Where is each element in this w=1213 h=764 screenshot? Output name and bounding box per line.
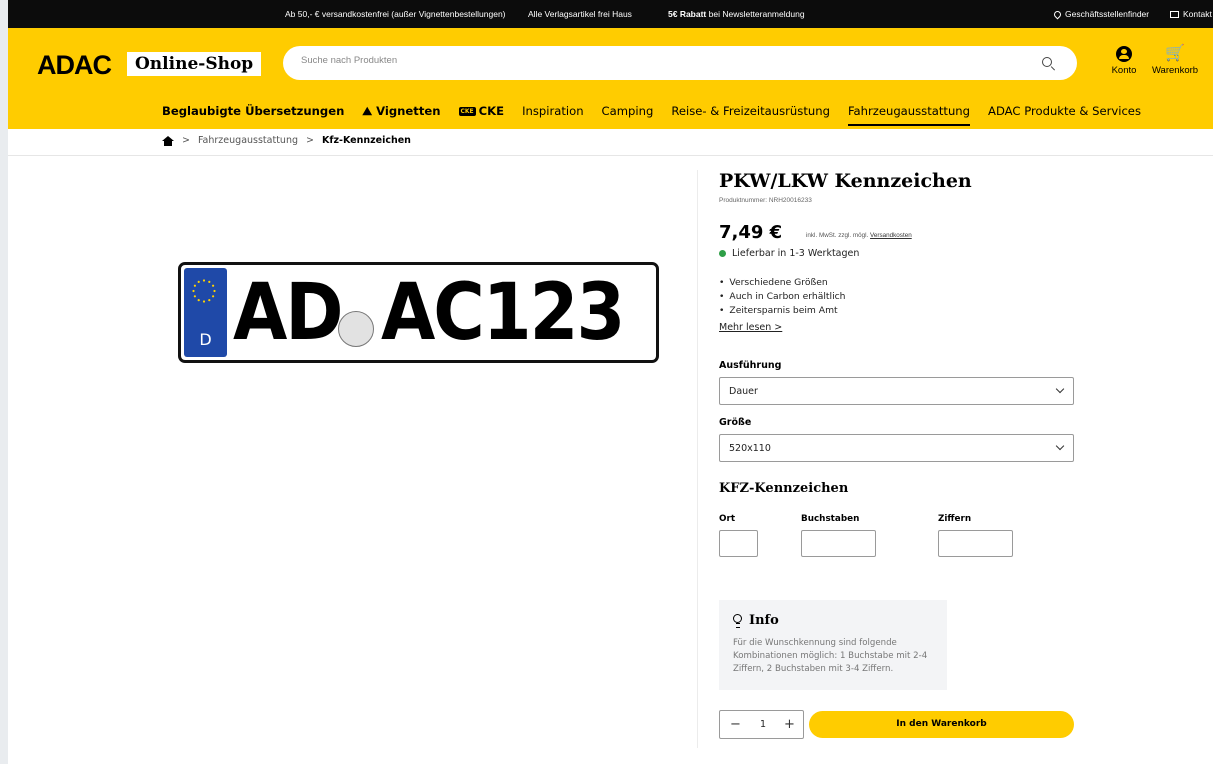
mail-icon xyxy=(1170,10,1179,18)
contact-label: Kontakt xyxy=(1183,9,1212,19)
nav-item-inspiration[interactable]: Inspiration xyxy=(522,104,583,119)
account-button[interactable]: Konto xyxy=(1108,46,1140,76)
ort-input[interactable] xyxy=(719,530,758,557)
nav-item-vignettes[interactable]: ⛰ Vignetten xyxy=(362,104,440,119)
size-label: Größe xyxy=(719,417,752,428)
online-shop-logo[interactable]: Online-Shop xyxy=(127,52,262,76)
info-title-text: Info xyxy=(749,613,779,628)
feature-list: Verschiedene Größen Auch in Carbon erhäl… xyxy=(719,276,846,318)
execution-select[interactable]: Dauer xyxy=(719,377,1074,405)
search-icon[interactable] xyxy=(1042,57,1052,67)
cart-button[interactable]: 🛒 Warenkorb xyxy=(1148,45,1202,77)
home-icon[interactable] xyxy=(162,135,174,146)
plate-config-heading: KFZ-Kennzeichen xyxy=(719,481,849,496)
breadcrumb-separator: > xyxy=(306,135,314,146)
execution-value: Dauer xyxy=(729,386,758,397)
nav-item-vehicle-equipment[interactable]: Fahrzeugausstattung xyxy=(847,104,971,126)
breadcrumb-item-current: Kfz-Kennzeichen xyxy=(321,135,411,146)
price-note: inkl. MwSt. zzgl. mögl. Versandkosten xyxy=(806,232,912,239)
increase-quantity-button[interactable]: + xyxy=(784,717,795,732)
newsletter-message[interactable]: 5€ Rabatt bei Newsletteranmeldung xyxy=(668,9,805,19)
page: Ab 50,- € versandkostenfrei (außer Vigne… xyxy=(0,0,1213,764)
nav-item-cke-label: CKE xyxy=(478,104,505,118)
plate-identifier: AC123 xyxy=(381,268,625,358)
column-divider xyxy=(697,170,698,748)
top-info-bar: Ab 50,- € versandkostenfrei (außer Vigne… xyxy=(8,0,1213,28)
product-image-license-plate: D AD AC123 xyxy=(178,262,659,363)
ort-label: Ort xyxy=(719,514,736,524)
read-more-link[interactable]: Mehr lesen > xyxy=(719,322,782,333)
digits-input[interactable] xyxy=(938,530,1013,557)
execution-label: Ausführung xyxy=(719,360,782,371)
search-bar[interactable] xyxy=(283,46,1077,80)
breadcrumb: > Fahrzeugausstattung > Kfz-Kennzeichen xyxy=(162,135,411,146)
country-code: D xyxy=(199,330,212,349)
info-title: Info xyxy=(733,613,779,628)
search-input[interactable] xyxy=(301,55,1001,66)
size-value: 520x110 xyxy=(729,443,771,454)
nav-item-vignettes-label: Vignetten xyxy=(376,104,441,118)
shipping-message: Ab 50,- € versandkostenfrei (außer Vigne… xyxy=(285,9,506,19)
letters-input[interactable] xyxy=(801,530,876,557)
info-box: Info Für die Wunschkennung sind folgende… xyxy=(719,600,947,690)
list-item: Zeitersparnis beim Amt xyxy=(719,304,846,318)
cart-icon: 🛒 xyxy=(1165,45,1185,62)
eu-stars-icon xyxy=(192,279,216,303)
publisher-message: Alle Verlagsartikel frei Haus xyxy=(528,9,632,19)
add-to-cart-button[interactable]: In den Warenkorb xyxy=(809,711,1074,738)
eu-band: D xyxy=(184,268,227,357)
registration-seal xyxy=(338,311,374,347)
product-title: PKW/LKW Kennzeichen xyxy=(719,170,972,192)
size-select[interactable]: 520x110 xyxy=(719,434,1074,462)
decrease-quantity-button[interactable]: − xyxy=(730,717,741,732)
product-price: 7,49 € xyxy=(719,222,783,243)
availability: Lieferbar in 1-3 Werktagen xyxy=(719,248,859,259)
location-pin-icon xyxy=(1052,9,1063,19)
breadcrumb-separator: > xyxy=(182,135,190,146)
chevron-down-icon xyxy=(1055,384,1065,394)
adac-logo[interactable]: ADAC xyxy=(37,50,112,81)
site-header: ADAC Online-Shop Konto 🛒 Warenkorb Begla… xyxy=(8,28,1213,129)
newsletter-text: bei Newsletteranmeldung xyxy=(706,9,805,19)
nav-item-camping[interactable]: Camping xyxy=(602,104,654,119)
nav-item-adac-products[interactable]: ADAC Produkte & Services xyxy=(988,104,1141,119)
header-divider xyxy=(8,155,1213,156)
main-navigation: Beglaubigte Übersetzungen ⛰ Vignetten CK… xyxy=(162,104,1141,126)
user-icon xyxy=(1116,46,1132,62)
shipping-costs-link[interactable]: Versandkosten xyxy=(870,232,912,239)
list-item: Verschiedene Größen xyxy=(719,276,846,290)
product-number: Produktnummer: NRH20016233 xyxy=(719,197,812,204)
price-note-text: inkl. MwSt. zzgl. mögl. xyxy=(806,232,869,239)
account-label: Konto xyxy=(1111,65,1137,76)
cart-label: Warenkorb xyxy=(1151,65,1199,76)
info-text: Für die Wunschkennung sind folgende Komb… xyxy=(733,638,928,674)
left-edge-strip xyxy=(0,0,8,764)
store-finder-link[interactable]: Geschäftsstellenfinder xyxy=(1052,9,1150,19)
contact-link[interactable]: Kontakt xyxy=(1170,9,1212,19)
nav-item-travel-equipment[interactable]: Reise- & Freizeitausrüstung xyxy=(671,104,830,119)
nav-item-cke[interactable]: CKE CKE xyxy=(458,104,505,119)
store-finder-label: Geschäftsstellenfinder xyxy=(1065,9,1150,19)
lightbulb-icon xyxy=(733,614,742,628)
letters-label: Buchstaben xyxy=(801,514,860,524)
list-item: Auch in Carbon erhältlich xyxy=(719,290,845,304)
plate-city-code: AD xyxy=(233,268,344,358)
digits-label: Ziffern xyxy=(938,514,972,524)
vignette-icon: ⛰ xyxy=(362,104,377,118)
quantity-stepper[interactable]: − 1 + xyxy=(719,710,804,739)
availability-text: Lieferbar in 1-3 Werktagen xyxy=(732,248,860,259)
chevron-down-icon xyxy=(1055,441,1065,451)
availability-dot-icon xyxy=(719,250,726,257)
cke-badge-icon: CKE xyxy=(458,107,476,116)
breadcrumb-item-vehicle-equipment[interactable]: Fahrzeugausstattung xyxy=(198,135,298,146)
quantity-value: 1 xyxy=(760,719,767,730)
nav-item-translations[interactable]: Beglaubigte Übersetzungen xyxy=(162,104,344,119)
newsletter-discount: 5€ Rabatt xyxy=(668,9,707,19)
